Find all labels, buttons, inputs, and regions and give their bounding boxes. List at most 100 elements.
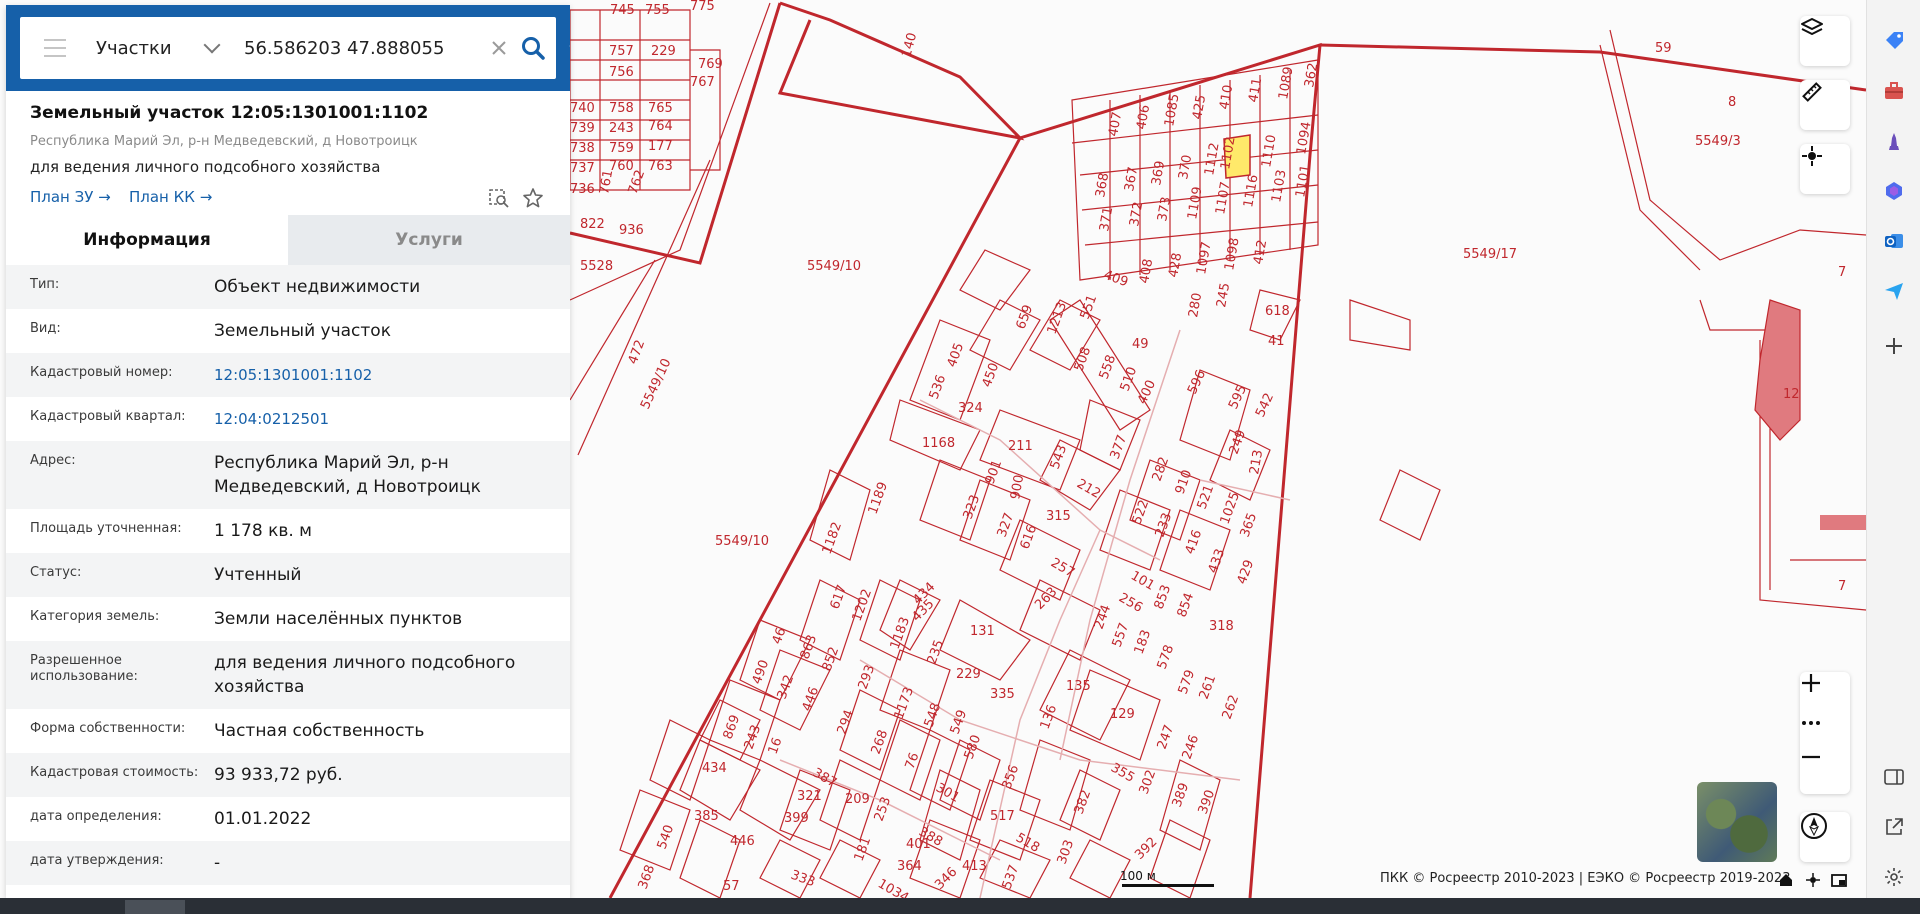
info-label: Статус: bbox=[30, 565, 82, 580]
plan-zu-link[interactable]: План ЗУ → bbox=[30, 188, 111, 206]
map-label: 764 bbox=[648, 119, 673, 134]
map-label: 522 bbox=[1130, 498, 1153, 526]
minimap[interactable] bbox=[1697, 782, 1777, 862]
map-label: 1116 bbox=[1241, 173, 1262, 208]
map-label: 294 bbox=[835, 708, 858, 736]
layer-select[interactable]: Участки bbox=[96, 36, 226, 59]
cadastral-block-link[interactable]: 12:04:0212501 bbox=[214, 407, 570, 431]
info-value: Республика Марий Эл, р-н Медведевский, д… bbox=[214, 453, 481, 497]
map-label: 369 bbox=[1149, 160, 1168, 187]
map-label: 425 bbox=[1190, 94, 1209, 121]
measure-button[interactable] bbox=[1800, 80, 1850, 130]
map-label: 243 bbox=[742, 723, 765, 751]
map-label: 429 bbox=[1235, 558, 1258, 586]
map-label: 385 bbox=[694, 809, 719, 824]
search-icon[interactable] bbox=[520, 35, 546, 61]
info-label: Категория земель: bbox=[30, 609, 160, 624]
map-label: 209 bbox=[845, 792, 870, 807]
map-label: 1182 bbox=[820, 520, 845, 556]
map-label: 416 bbox=[1183, 528, 1206, 556]
send-icon[interactable] bbox=[1883, 280, 1905, 302]
map-label: 745 bbox=[610, 3, 635, 18]
close-icon[interactable] bbox=[488, 37, 510, 59]
map-label: 736 bbox=[570, 182, 595, 197]
map-label: 5549/10 bbox=[715, 534, 769, 549]
info-panel: Участки Земельный участок 12:05:1301001:… bbox=[6, 5, 570, 898]
cadastral-number-link[interactable]: 12:05:1301001:1102 bbox=[214, 363, 570, 387]
plan-kk-link[interactable]: План КК → bbox=[129, 188, 212, 206]
map-label: 135 bbox=[1066, 679, 1091, 694]
map-label: 7 bbox=[1838, 579, 1846, 594]
info-value: Земельный участок bbox=[214, 321, 391, 341]
tab-information[interactable]: Информация bbox=[6, 215, 288, 265]
map-label: 1089 bbox=[1276, 65, 1297, 100]
map-label: 936 bbox=[619, 223, 644, 238]
menu-icon[interactable] bbox=[44, 39, 66, 57]
map-label: 7 bbox=[1838, 265, 1846, 280]
map-label: 854 bbox=[1175, 591, 1198, 619]
map-label: 446 bbox=[730, 834, 755, 849]
gear-icon[interactable] bbox=[1883, 866, 1905, 888]
map-label: 12 bbox=[1783, 387, 1800, 402]
map-label: 342 bbox=[775, 673, 798, 701]
locate-button[interactable] bbox=[1800, 144, 1850, 194]
zoom-out-button[interactable] bbox=[1800, 746, 1850, 794]
copilot-icon[interactable] bbox=[1883, 180, 1905, 202]
ruler-icon bbox=[1802, 82, 1822, 102]
info-value: - bbox=[214, 853, 221, 873]
map-label: 1101 bbox=[1293, 163, 1314, 198]
map-label: 767 bbox=[690, 75, 715, 90]
map-label: 900 bbox=[1008, 474, 1027, 501]
map-label: 235 bbox=[925, 638, 948, 666]
map-label: 517 bbox=[990, 809, 1015, 824]
map-label: 595 bbox=[1226, 383, 1250, 412]
minimap-toggle-icon[interactable] bbox=[1831, 872, 1847, 888]
info-row-determination-date: дата определения: 01.01.2022 bbox=[6, 797, 570, 841]
map-label: 1098 bbox=[1222, 236, 1243, 271]
map-zone-12[interactable] bbox=[1754, 299, 1801, 441]
zoom-in-button[interactable] bbox=[1800, 672, 1850, 720]
crosshair-small-icon[interactable] bbox=[1805, 872, 1821, 888]
collapse-panel-icon[interactable] bbox=[568, 35, 570, 57]
taskbar-active-app[interactable] bbox=[125, 900, 185, 914]
layers-button[interactable] bbox=[1800, 16, 1850, 66]
zoom-to-object-icon[interactable] bbox=[488, 187, 510, 209]
map-label: 367 bbox=[1122, 166, 1141, 193]
map-label: 262 bbox=[1220, 693, 1243, 721]
map-label: 765 bbox=[648, 101, 673, 116]
star-icon[interactable] bbox=[522, 187, 544, 209]
info-table: Тип: Объект недвижимости Вид: Земельный … bbox=[6, 265, 570, 885]
tab-services[interactable]: Услуги bbox=[288, 215, 570, 265]
info-row-kind: Вид: Земельный участок bbox=[6, 309, 570, 353]
info-value: Земли населённых пунктов bbox=[214, 609, 463, 629]
map-label: 372 bbox=[1127, 201, 1146, 228]
map-label: 1103 bbox=[1269, 168, 1290, 203]
map-label: 1034 bbox=[875, 876, 911, 898]
map-label: 282 bbox=[1150, 455, 1173, 483]
sidebar-panel-icon[interactable] bbox=[1883, 766, 1905, 788]
info-value: 1 178 кв. м bbox=[214, 521, 312, 541]
chess-icon[interactable] bbox=[1883, 130, 1905, 152]
info-label: Адрес: bbox=[30, 453, 76, 468]
map-label: 293 bbox=[856, 663, 879, 691]
external-link-icon[interactable] bbox=[1883, 816, 1905, 838]
map-label: 580 bbox=[962, 733, 985, 761]
map-label: 373 bbox=[1155, 196, 1174, 223]
outlook-icon[interactable] bbox=[1883, 230, 1905, 252]
compass-button[interactable] bbox=[1800, 812, 1850, 862]
zoom-more-button[interactable] bbox=[1800, 720, 1850, 746]
add-icon[interactable] bbox=[1883, 335, 1905, 357]
map-label: 249 bbox=[1227, 428, 1250, 456]
map-label: 211 bbox=[1008, 439, 1033, 454]
search-input[interactable] bbox=[242, 36, 496, 60]
info-row-type: Тип: Объект недвижимости bbox=[6, 265, 570, 309]
info-label: Кадастровый квартал: bbox=[30, 409, 186, 424]
toolbox-icon[interactable] bbox=[1883, 80, 1905, 102]
map-label: 537 bbox=[1000, 863, 1023, 891]
info-value: Учтенный bbox=[214, 565, 302, 585]
map-label: 551 bbox=[1078, 293, 1101, 321]
tag-icon[interactable] bbox=[1883, 30, 1905, 52]
home-icon[interactable] bbox=[1778, 872, 1794, 888]
map-label: 355 bbox=[1108, 760, 1137, 785]
map-label: 140 bbox=[899, 31, 920, 59]
